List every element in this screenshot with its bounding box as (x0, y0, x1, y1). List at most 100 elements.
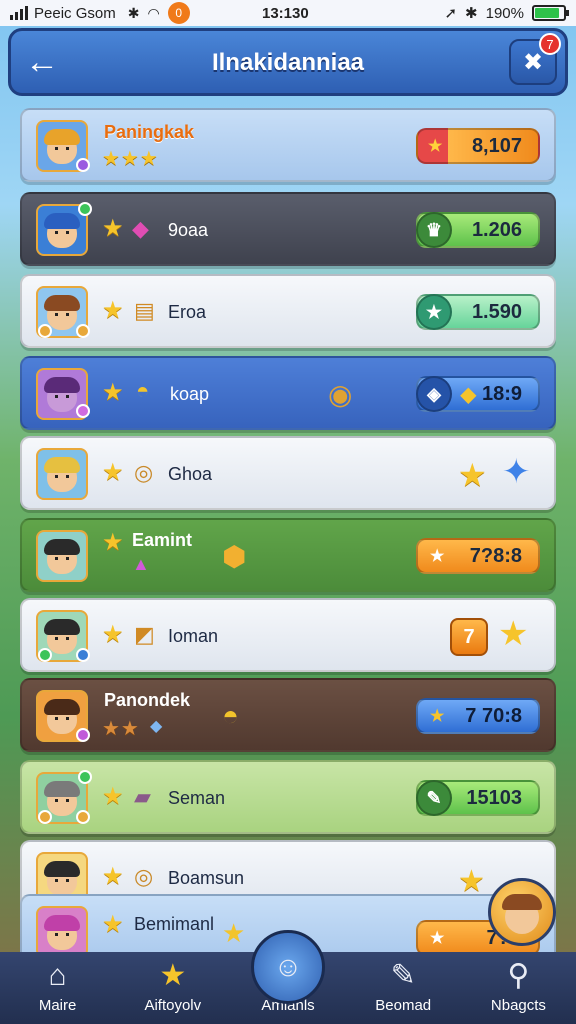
gem-icon (76, 404, 90, 418)
avatar-icon: ☺ (251, 930, 325, 1004)
list-item[interactable]: ★ Eamint ▲ ⬢ ★ 7?8:8 (20, 518, 556, 592)
leaf-icon: ✎ (416, 780, 452, 816)
list-item[interactable]: ★ ▤ Eroa ★ 1.590 (20, 274, 556, 348)
star-icon: ★ (222, 918, 246, 948)
profile-fab-button[interactable] (488, 878, 556, 946)
bluetooth-status-icon: ✱ (465, 5, 478, 22)
star-icon: ★ (102, 911, 124, 938)
chest-icon: ▰ (134, 784, 151, 809)
star-icon: ★ (102, 297, 124, 324)
player-name: Bemimanl (134, 914, 215, 934)
score-value: 1.590 (471, 300, 522, 323)
score-value: 7 70:8 (465, 704, 522, 727)
player-name: Boamsun (168, 868, 245, 888)
score-value: 18:9 (481, 382, 522, 405)
score-pill: ★ 7 70:8 (416, 698, 540, 734)
star-icon: ★ (430, 548, 445, 565)
nav-item-board[interactable]: ✎ Beomad (346, 952, 461, 1024)
gem-icon: ◆ (132, 216, 149, 241)
battery-icon (532, 5, 569, 21)
list-item[interactable]: ★ ◎ Ghoa ★ ✦ (20, 436, 556, 510)
header-bar: ← Ilnakidanniaa ✖ 7 (8, 28, 568, 96)
player-name: Seman (168, 788, 226, 808)
signal-icon (10, 6, 28, 20)
carrier-name: Peeic Gsom (34, 4, 116, 22)
score-pill: ✎ 15103 (416, 780, 540, 816)
player-name: Panondek (104, 690, 191, 710)
coin-icon (76, 810, 90, 824)
leaf-icon (38, 648, 52, 662)
avatar (36, 448, 88, 500)
home-icon: ⌂ (48, 959, 67, 992)
status-bar: Peeic Gsom ✱ ◠ 0 13:130 ➚ ✱ 190% (0, 0, 576, 26)
potion-icon: ▲ (132, 554, 150, 574)
list-item[interactable]: Paningkak ★★★ 8,107 ★ (20, 108, 556, 182)
orb-icon (76, 648, 90, 662)
score-pill: ♛ 1.206 (416, 212, 540, 248)
list-item[interactable]: ★ ◆ 9oaa ♛ 1.206 (20, 192, 556, 266)
player-name: Ghoa (168, 464, 213, 484)
rating-stars-icon: ★★★ (102, 148, 159, 170)
edit-icon: ✎ (390, 959, 416, 992)
map-icon: ◩ (134, 622, 155, 647)
player-name: Eroa (168, 302, 207, 322)
star-icon: ★ (416, 294, 452, 330)
star-icon: ★ (458, 457, 487, 493)
notification-badge: 7 (539, 33, 561, 55)
trophy-icon: ♛ (416, 212, 452, 248)
coin-icon (38, 810, 52, 824)
online-indicator-icon (78, 770, 92, 784)
nav-item-search[interactable]: ⚲ Nbagcts (461, 952, 576, 1024)
star-icon: ★ (159, 959, 187, 992)
rating-stars-icon: ★★ (102, 718, 140, 740)
online-indicator-icon (78, 202, 92, 216)
page-title: Ilnakidanniaa (211, 49, 365, 76)
score-value: 8,107 (471, 134, 522, 157)
list-item[interactable]: ★ ◩ Ioman 7 ★ (20, 598, 556, 672)
scroll-icon: ▤ (134, 298, 155, 323)
score-value: 7?8:8 (469, 544, 522, 567)
nav-label: Nbagcts (490, 997, 546, 1014)
gem-icon (76, 728, 90, 742)
avatar (36, 530, 88, 582)
avatar (36, 906, 88, 958)
score-pill: ★ 1.590 (416, 294, 540, 330)
star-icon: ★ (102, 459, 124, 486)
gold-icon: ◆ (460, 383, 476, 406)
score-value: 15103 (466, 786, 522, 809)
coin-icon: ◎ (134, 864, 154, 889)
frog-icon: ◓ (222, 700, 239, 731)
nav-item-activity[interactable]: ★ Aiftoyolv (115, 952, 230, 1024)
player-name: koap (170, 384, 210, 404)
nav-item-animals[interactable]: ☺ Amlanls (230, 930, 345, 1024)
score-pill: ◈ ◆ 18:9 (416, 376, 540, 412)
star-icon: ★ (102, 863, 124, 890)
list-item[interactable]: ★ ◓ koap ◉ ◈ ◆ 18:9 (20, 356, 556, 430)
wifi-icon: ◠ (147, 4, 160, 21)
star-icon: ★ (102, 529, 124, 556)
tools-icon: ✖ (522, 48, 544, 76)
ring-icon: ◎ (134, 460, 154, 485)
coin-icon (76, 324, 90, 338)
level-badge: 7 (450, 618, 488, 656)
star-icon: ★ (430, 708, 445, 725)
nav-label: Beomad (375, 997, 432, 1014)
bottom-nav: ⌂ Maire ★ Aiftoyolv ☺ Amlanls ✎ Beomad ⚲… (0, 930, 576, 1024)
player-name: Ioman (168, 626, 219, 646)
list-item[interactable]: ★ ▰ Seman ✎ 15103 (20, 760, 556, 834)
nav-item-home[interactable]: ⌂ Maire (0, 952, 115, 1024)
star-icon: ★ (102, 783, 124, 810)
player-name: Eamint (132, 530, 193, 550)
nav-label: Aiftoyolv (144, 997, 202, 1014)
treasure-icon: ◉ (328, 379, 353, 410)
shield-icon: ◈ (416, 376, 452, 412)
star-icon: ★ (498, 615, 529, 653)
menu-button[interactable]: ✖ 7 (509, 33, 561, 85)
battery-percent: 190% (485, 4, 524, 22)
clock: 13:130 (262, 4, 309, 22)
star-icon: ★ (102, 379, 124, 406)
player-name: Paningkak (104, 122, 195, 142)
list-item[interactable]: Panondek ★★ ◆ ◓ ★ 7 70:8 (20, 678, 556, 752)
gem-icon (76, 158, 90, 172)
score-pill: ★ 7?8:8 (416, 538, 540, 574)
